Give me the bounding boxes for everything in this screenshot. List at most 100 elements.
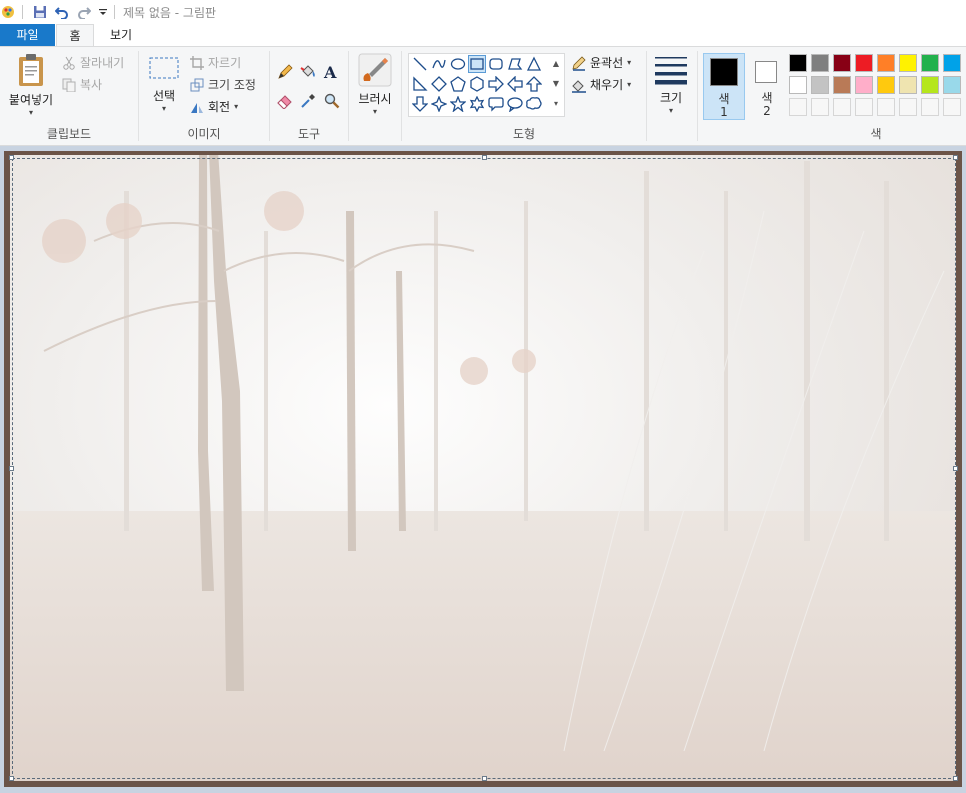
fill-bucket-icon[interactable]	[300, 64, 316, 83]
left-arrow-shape-icon[interactable]	[506, 75, 524, 93]
polygon-shape-icon[interactable]	[506, 55, 524, 73]
six-point-star-shape-icon[interactable]	[468, 95, 486, 113]
four-point-star-shape-icon[interactable]	[430, 95, 448, 113]
palette-color-swatch[interactable]	[877, 54, 895, 72]
text-tool-icon[interactable]: A	[324, 63, 336, 82]
rotate-icon	[189, 99, 205, 115]
gallery-scroll-down-icon[interactable]: ▼	[549, 73, 563, 93]
drawing-canvas[interactable]	[4, 151, 962, 787]
palette-custom-slot[interactable]	[899, 98, 917, 116]
up-arrow-shape-icon[interactable]	[525, 75, 543, 93]
tab-file[interactable]: 파일	[0, 24, 55, 46]
brush-dropdown-icon[interactable]: ▾	[373, 107, 377, 116]
palette-color-swatch[interactable]	[833, 76, 851, 94]
palette-custom-slot[interactable]	[789, 98, 807, 116]
outline-button[interactable]: 윤곽선 ▾	[571, 54, 631, 71]
resize-handle-top-left[interactable]	[9, 155, 14, 160]
image-group-label: 이미지	[187, 127, 221, 141]
resize-icon	[189, 77, 205, 93]
diamond-shape-icon[interactable]	[430, 75, 448, 93]
palette-color-swatch[interactable]	[855, 76, 873, 94]
brush-button[interactable]: 브러시 ▾	[355, 53, 395, 119]
palette-color-swatch[interactable]	[811, 54, 829, 72]
palette-color-swatch[interactable]	[877, 76, 895, 94]
paste-button[interactable]: 붙여넣기 ▾	[8, 53, 54, 119]
size-dropdown-icon[interactable]: ▾	[669, 106, 673, 115]
cut-button[interactable]: 잘라내기	[61, 54, 124, 71]
resize-handle-bottom[interactable]	[482, 776, 487, 781]
triangle-shape-icon[interactable]	[525, 55, 543, 73]
palette-custom-slot[interactable]	[921, 98, 939, 116]
palette-color-swatch[interactable]	[789, 54, 807, 72]
palette-color-swatch[interactable]	[899, 76, 917, 94]
curve-shape-icon[interactable]	[430, 55, 448, 73]
paint-app-icon[interactable]	[0, 4, 16, 20]
resize-handle-left[interactable]	[9, 466, 14, 471]
tab-home[interactable]: 홈	[56, 24, 94, 46]
color-picker-icon[interactable]	[300, 93, 316, 112]
tools-group-label: 도구	[297, 127, 321, 141]
select-dropdown-icon[interactable]: ▾	[162, 104, 166, 113]
down-arrow-shape-icon[interactable]	[411, 95, 429, 113]
resize-handle-bottom-right[interactable]	[953, 776, 958, 781]
size-button[interactable]: 크기 ▾	[653, 55, 689, 119]
palette-color-swatch[interactable]	[943, 76, 961, 94]
fill-dropdown-icon[interactable]: ▾	[627, 80, 631, 89]
copy-button[interactable]: 복사	[61, 76, 102, 93]
rounded-callout-shape-icon[interactable]	[487, 95, 505, 113]
palette-color-swatch[interactable]	[943, 54, 961, 72]
selection-rectangle[interactable]	[12, 158, 956, 779]
rotate-dropdown-icon[interactable]: ▾	[234, 102, 238, 111]
ribbon-tabs: 파일 홈 보기	[0, 24, 966, 46]
palette-color-swatch[interactable]	[789, 76, 807, 94]
pencil-icon[interactable]	[277, 64, 293, 83]
paste-dropdown-icon[interactable]: ▾	[29, 108, 33, 117]
hexagon-shape-icon[interactable]	[468, 75, 486, 93]
colors-group-label: 색	[870, 127, 882, 141]
magnifier-icon[interactable]	[324, 93, 340, 112]
pentagon-shape-icon[interactable]	[449, 75, 467, 93]
palette-custom-slot[interactable]	[855, 98, 873, 116]
resize-button[interactable]: 크기 조정	[189, 76, 256, 93]
crop-button[interactable]: 자르기	[189, 54, 241, 71]
palette-color-swatch[interactable]	[811, 76, 829, 94]
line-shape-icon[interactable]	[411, 55, 429, 73]
resize-handle-right[interactable]	[953, 466, 958, 471]
select-button[interactable]: 선택 ▾	[146, 55, 182, 119]
five-point-star-shape-icon[interactable]	[449, 95, 467, 113]
redo-icon[interactable]	[76, 4, 92, 20]
color2-button[interactable]: 색 2	[750, 53, 784, 120]
resize-handle-bottom-left[interactable]	[9, 776, 14, 781]
oval-callout-shape-icon[interactable]	[506, 95, 524, 113]
color1-button[interactable]: 색 1	[703, 53, 745, 120]
gallery-scroll-up-icon[interactable]: ▲	[549, 53, 563, 73]
rotate-button[interactable]: 회전 ▾	[189, 98, 238, 115]
save-icon[interactable]	[32, 4, 48, 20]
right-triangle-shape-icon[interactable]	[411, 75, 429, 93]
palette-color-swatch[interactable]	[855, 54, 873, 72]
fill-button[interactable]: 채우기 ▾	[571, 76, 631, 93]
palette-color-swatch[interactable]	[921, 76, 939, 94]
right-arrow-shape-icon[interactable]	[487, 75, 505, 93]
oval-shape-icon[interactable]	[449, 55, 467, 73]
cloud-callout-shape-icon[interactable]	[525, 95, 543, 113]
palette-custom-slot[interactable]	[877, 98, 895, 116]
outline-dropdown-icon[interactable]: ▾	[627, 58, 631, 67]
gallery-expand-icon[interactable]: ▾	[549, 93, 563, 113]
palette-custom-slot[interactable]	[833, 98, 851, 116]
eraser-icon[interactable]	[277, 93, 293, 112]
rounded-rectangle-shape-icon[interactable]	[487, 55, 505, 73]
palette-color-swatch[interactable]	[899, 54, 917, 72]
rectangle-shape-icon[interactable]	[468, 55, 486, 73]
rotate-label: 회전	[208, 100, 231, 114]
resize-handle-top[interactable]	[482, 155, 487, 160]
palette-color-swatch[interactable]	[833, 54, 851, 72]
outline-label: 윤곽선	[590, 56, 624, 70]
palette-custom-slot[interactable]	[811, 98, 829, 116]
resize-handle-top-right[interactable]	[953, 155, 958, 160]
tab-view[interactable]: 보기	[96, 24, 146, 46]
palette-custom-slot[interactable]	[943, 98, 961, 116]
undo-icon[interactable]	[54, 4, 70, 20]
quick-access-customize-icon[interactable]	[95, 4, 111, 20]
palette-color-swatch[interactable]	[921, 54, 939, 72]
